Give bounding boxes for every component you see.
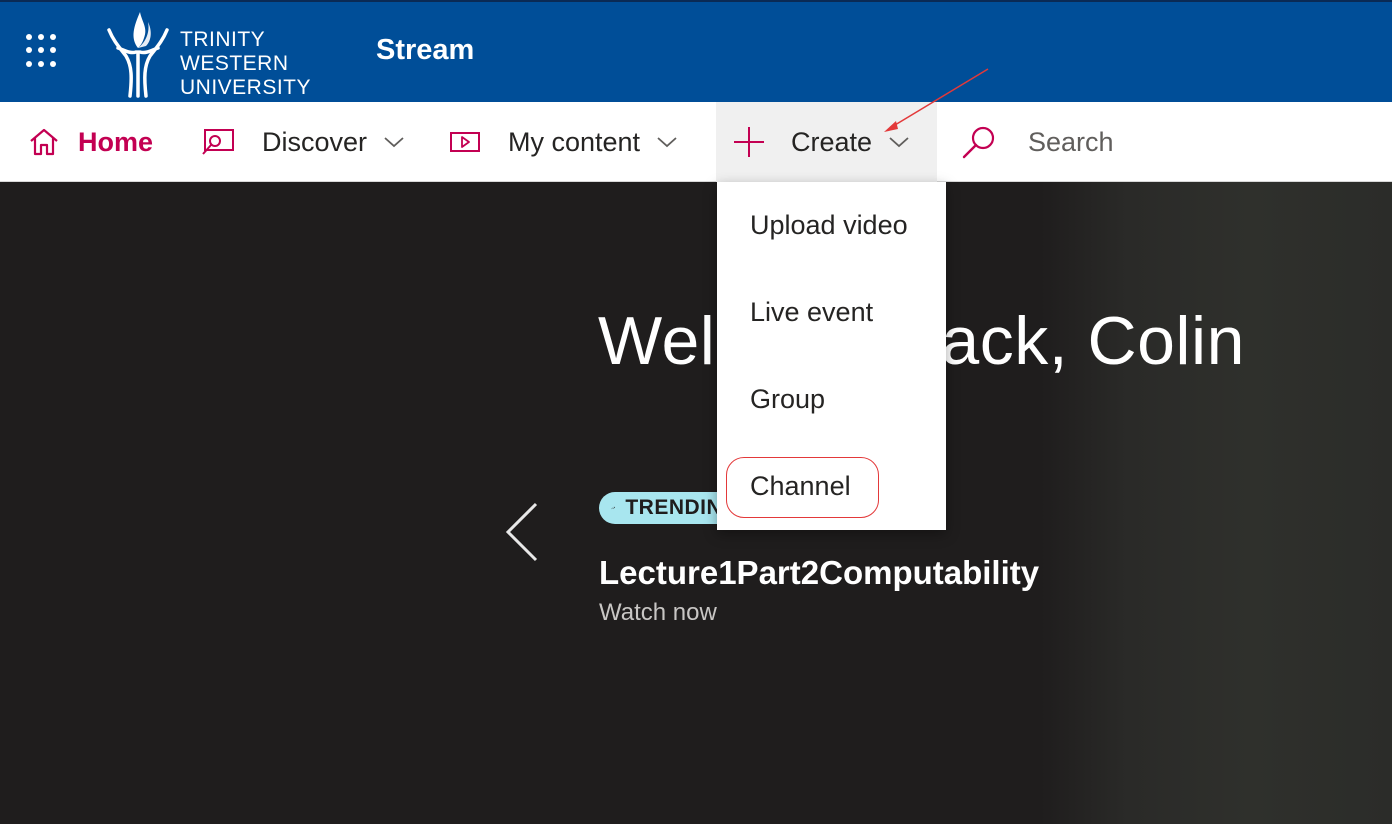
search-box[interactable]: Search <box>960 102 1114 182</box>
plus-icon <box>734 127 764 157</box>
main-nav: Home Discover My content Create Search <box>0 102 1392 182</box>
chevron-down-icon <box>657 137 677 148</box>
chevron-left-icon <box>505 502 538 562</box>
university-logo[interactable]: TRINITY WESTERN UNIVERSITY <box>106 8 316 100</box>
chevron-down-icon <box>889 137 909 148</box>
nav-home[interactable]: Home <box>28 102 153 182</box>
menu-item-live-event[interactable]: Live event <box>750 297 873 328</box>
hero-banner: Welcome back, Colin TRENDING Lecture1Par… <box>0 182 1392 824</box>
watch-now-link[interactable]: Watch now <box>599 599 717 627</box>
featured-video-title[interactable]: Lecture1Part2Computability <box>599 554 1039 592</box>
menu-item-group[interactable]: Group <box>750 384 825 415</box>
app-title[interactable]: Stream <box>376 34 474 67</box>
trending-icon <box>611 506 615 510</box>
nav-discover-label: Discover <box>262 126 368 157</box>
search-input[interactable]: Search <box>1028 127 1114 158</box>
chalkboard-image <box>1040 182 1392 824</box>
nav-my-content-label: My content <box>508 126 641 157</box>
nav-create-label: Create <box>791 126 873 157</box>
nav-discover[interactable]: Discover <box>200 102 405 182</box>
video-icon <box>450 132 480 152</box>
app-launcher-icon[interactable] <box>26 34 60 68</box>
university-name-line-1: TRINITY <box>180 28 266 51</box>
discover-icon <box>202 129 234 155</box>
nav-my-content[interactable]: My content <box>448 102 678 182</box>
university-crest-icon <box>107 12 169 98</box>
search-icon <box>962 126 995 159</box>
carousel-prev-button[interactable] <box>500 500 544 569</box>
university-name-line-2: WESTERN <box>180 52 289 75</box>
nav-create[interactable]: Create <box>716 102 937 182</box>
chevron-down-icon <box>384 137 404 148</box>
suite-bar: TRINITY WESTERN UNIVERSITY Stream <box>0 0 1392 102</box>
menu-item-channel[interactable]: Channel <box>750 471 851 502</box>
create-menu: Upload video Live event Group Channel <box>717 182 946 530</box>
menu-item-upload-video[interactable]: Upload video <box>750 210 908 241</box>
university-name-line-3: UNIVERSITY <box>180 76 312 99</box>
university-name: TRINITY WESTERN UNIVERSITY <box>180 28 311 100</box>
home-icon <box>30 128 58 156</box>
nav-home-label: Home <box>78 126 154 157</box>
